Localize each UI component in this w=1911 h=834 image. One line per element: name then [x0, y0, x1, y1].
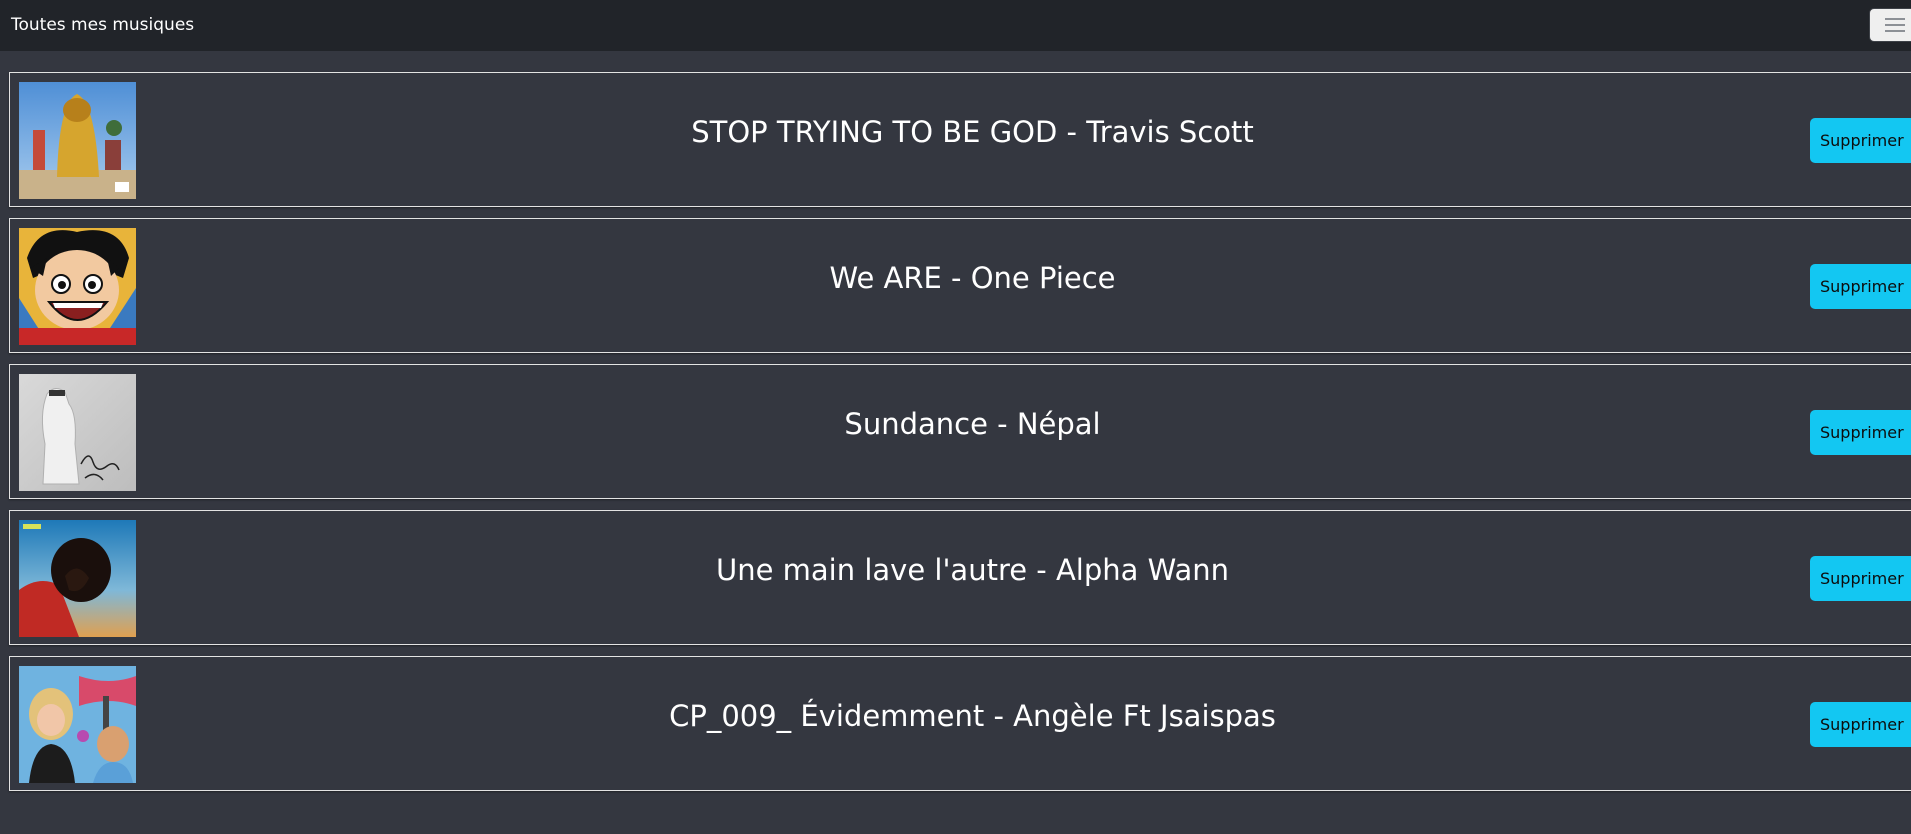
delete-button[interactable]: Supprimer — [1810, 410, 1911, 455]
track-card: STOP TRYING TO BE GOD - Travis Scott Sup… — [9, 72, 1911, 207]
navbar: Toutes mes musiques — [0, 0, 1911, 51]
track-title: CP_009_ Évidemment - Angèle Ft Jsaispas — [669, 699, 1276, 733]
track-title: Une main lave l'autre - Alpha Wann — [716, 553, 1229, 587]
track-card: Sundance - Népal Supprimer — [9, 364, 1911, 499]
track-title: We ARE - One Piece — [829, 261, 1116, 295]
delete-button[interactable]: Supprimer — [1810, 702, 1911, 747]
track-card: CP_009_ Évidemment - Angèle Ft Jsaispas … — [9, 656, 1911, 791]
delete-button[interactable]: Supprimer — [1810, 118, 1911, 163]
track-card: Une main lave l'autre - Alpha Wann Suppr… — [9, 510, 1911, 645]
music-list: STOP TRYING TO BE GOD - Travis Scott Sup… — [9, 72, 1911, 802]
track-card: We ARE - One Piece Supprimer — [9, 218, 1911, 353]
track-title: Sundance - Népal — [844, 407, 1101, 441]
delete-button[interactable]: Supprimer — [1810, 264, 1911, 309]
navbar-toggle-button[interactable] — [1869, 8, 1911, 42]
track-title: STOP TRYING TO BE GOD - Travis Scott — [691, 115, 1254, 149]
page-title[interactable]: Toutes mes musiques — [11, 15, 194, 35]
delete-button[interactable]: Supprimer — [1810, 556, 1911, 601]
